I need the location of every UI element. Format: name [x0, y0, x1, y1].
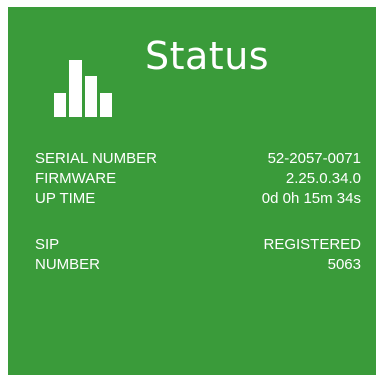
number-row: NUMBER 5063 — [35, 255, 361, 275]
uptime-label: UP TIME — [35, 190, 96, 207]
sip-status-value: REGISTERED — [263, 236, 361, 253]
status-tile[interactable]: Status SERIAL NUMBER 52-2057-0071 FIRMWA… — [8, 7, 376, 375]
sip-label: SIP — [35, 236, 60, 253]
status-info: SERIAL NUMBER 52-2057-0071 FIRMWARE 2.25… — [35, 149, 361, 275]
firmware-row: FIRMWARE 2.25.0.34.0 — [35, 169, 361, 189]
tile-title: Status — [145, 34, 270, 78]
number-value: 5063 — [327, 256, 361, 273]
serial-number-label: SERIAL NUMBER — [35, 150, 157, 167]
uptime-row: UP TIME 0d 0h 15m 34s — [35, 189, 361, 209]
number-label: NUMBER — [35, 256, 101, 273]
uptime-value: 0d 0h 15m 34s — [261, 190, 361, 207]
firmware-value: 2.25.0.34.0 — [285, 170, 361, 187]
firmware-label: FIRMWARE — [35, 170, 117, 187]
sip-row: SIP REGISTERED — [35, 235, 361, 255]
serial-number-value: 52-2057-0071 — [267, 150, 361, 167]
serial-number-row: SERIAL NUMBER 52-2057-0071 — [35, 149, 361, 169]
bar-chart-icon — [54, 60, 112, 117]
